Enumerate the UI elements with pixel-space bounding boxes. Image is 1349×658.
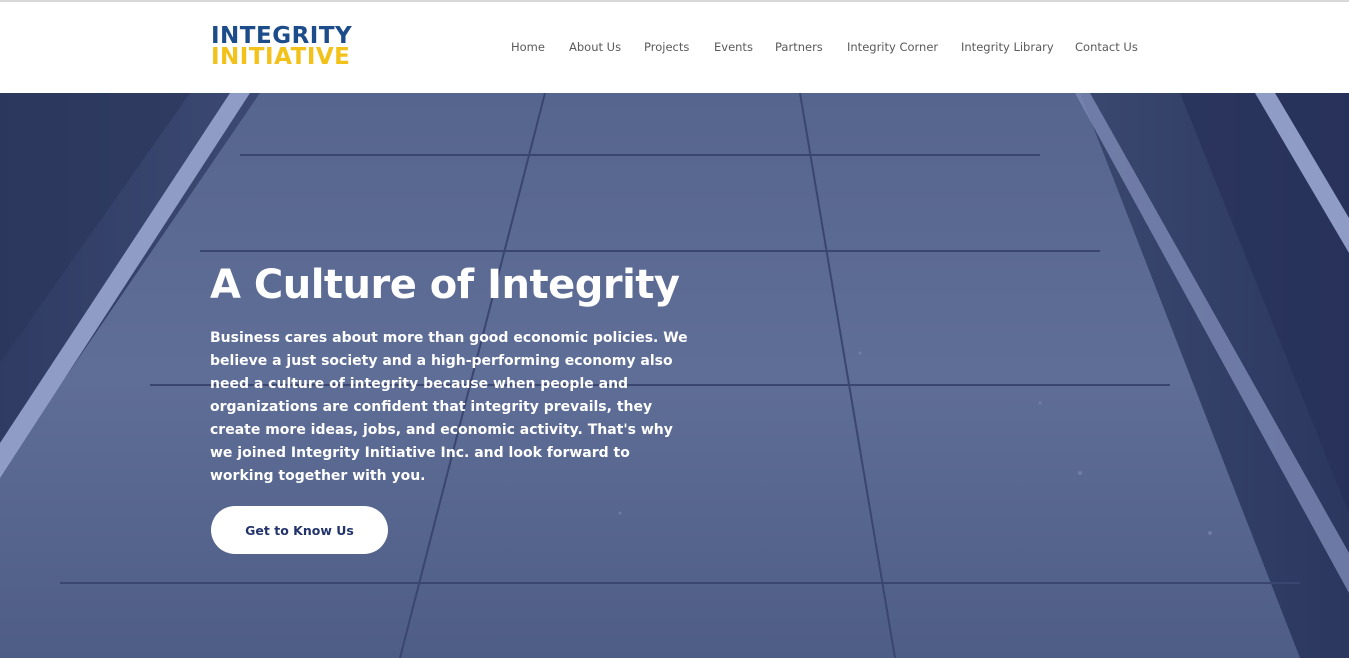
nav-item-about-us[interactable]: About Us [569,40,621,60]
nav-item-projects[interactable]: Projects [644,40,689,60]
hero-title: A Culture of Integrity [210,262,680,308]
nav-item-events[interactable]: Events [714,40,753,60]
hero-description: Business cares about more than good econ… [210,330,688,484]
get-to-know-us-button[interactable]: Get to Know Us [211,506,388,554]
nav-item-home[interactable]: Home [511,40,545,60]
logo-line-2: INITIATIVE [211,44,351,70]
site-header: INTEGRITY INITIATIVE Home About Us Proje… [0,2,1349,93]
nav-item-integrity-library[interactable]: Integrity Library [961,40,1054,60]
nav-item-contact-us[interactable]: Contact Us [1075,40,1138,60]
nav-item-partners[interactable]: Partners [775,40,823,60]
site-logo[interactable]: INTEGRITY INITIATIVE [211,25,361,70]
hero-section: A Culture of Integrity Business cares ab… [0,93,1349,658]
nav-item-integrity-corner[interactable]: Integrity Corner [847,40,938,60]
